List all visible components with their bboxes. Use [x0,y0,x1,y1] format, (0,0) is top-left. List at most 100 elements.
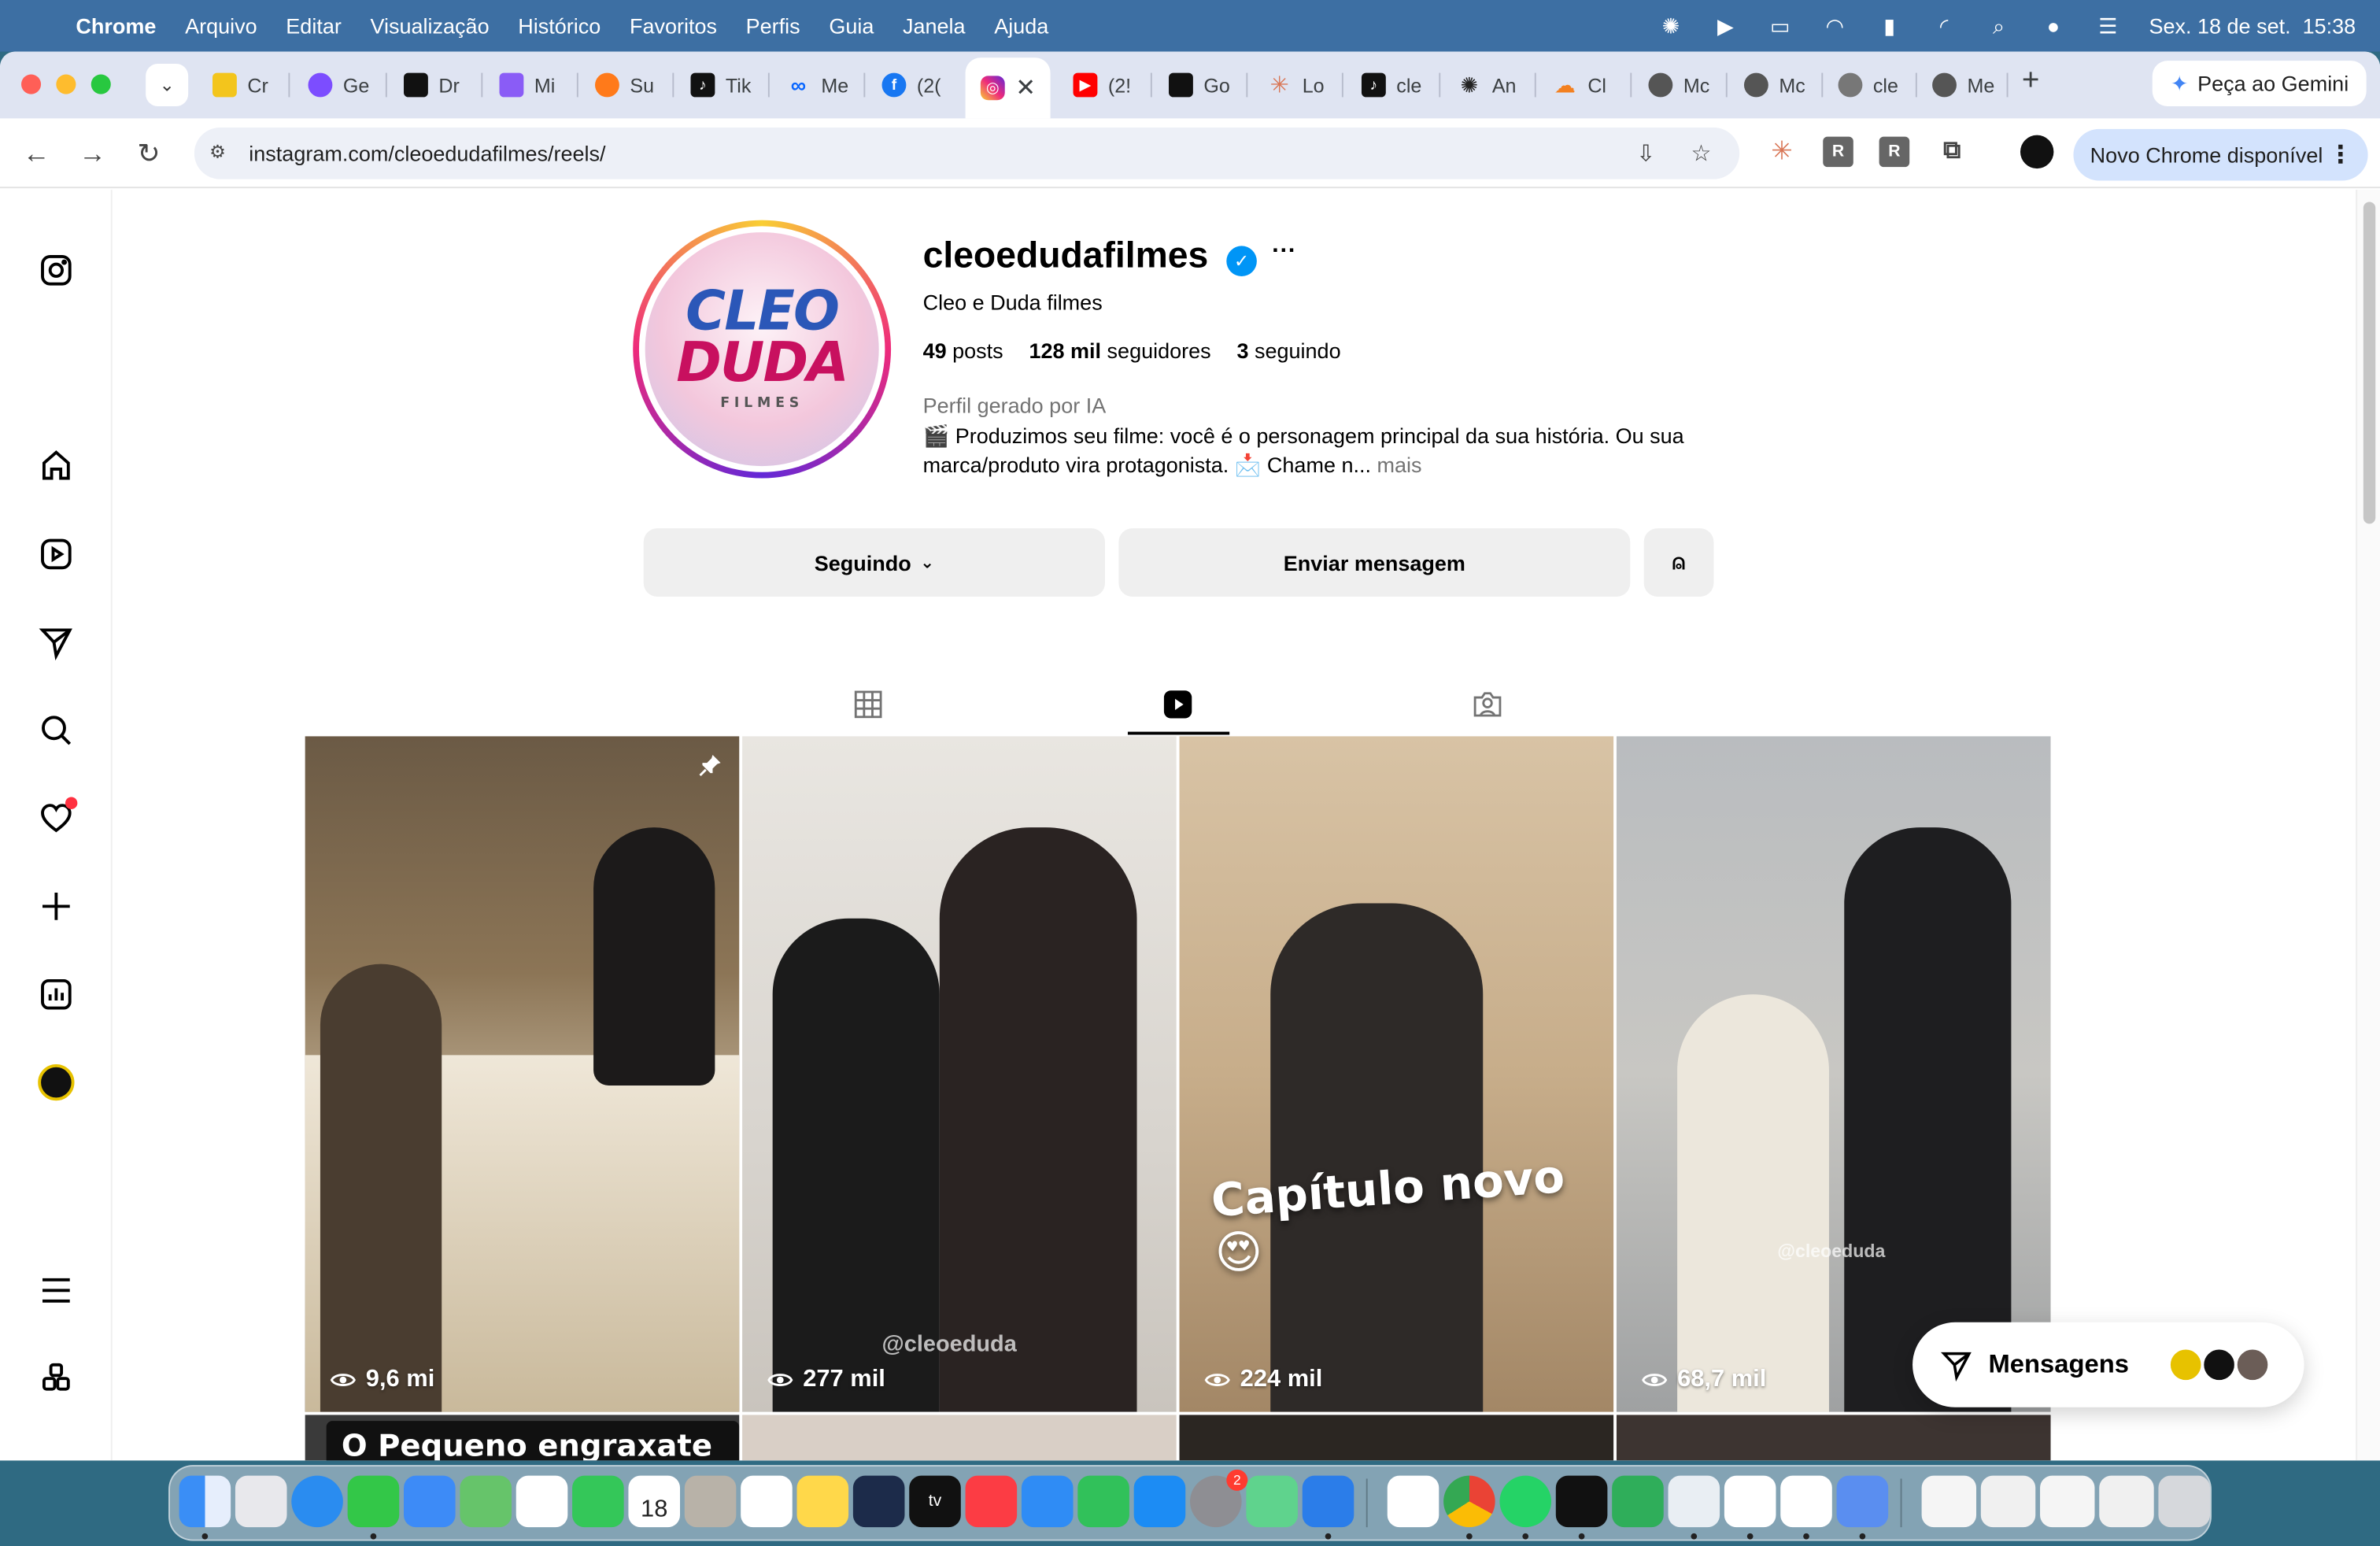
photos-icon[interactable] [516,1475,568,1528]
chrome-update-button[interactable]: Novo Chrome disponível ⋮ [2073,128,2368,181]
tab[interactable]: Mc [1743,64,1805,106]
finder-icon[interactable] [179,1475,231,1528]
close-window-button[interactable] [21,74,42,94]
reel-tile[interactable]: O Pequeno engraxate / [305,1415,740,1461]
app-icon[interactable] [1836,1475,1889,1528]
chatgpt-icon[interactable] [1724,1475,1776,1528]
minimized-window-thumbnail[interactable] [1921,1475,1977,1528]
claude-extension-icon[interactable]: ✳ [1767,137,1798,168]
tab[interactable]: ☁ Cl [1553,64,1606,106]
reel-tile[interactable]: @cleoeduda 277 mil [742,736,1177,1412]
tab[interactable]: Mc [1648,64,1709,106]
menu-app-name[interactable]: Chrome [76,13,156,38]
home-icon[interactable] [36,446,76,486]
install-app-icon[interactable]: ⇩ [1636,139,1664,167]
messages-pill-button[interactable]: Mensagens [1913,1322,2304,1407]
calendar-icon[interactable]: 18 [628,1475,681,1528]
siri-icon[interactable]: ● [2040,12,2068,39]
menu-item-favoritos[interactable]: Favoritos [630,13,717,38]
send-message-button[interactable]: Enviar mensagem [1118,528,1631,597]
reminders-icon[interactable] [741,1475,793,1528]
reel-tile[interactable]: @cleoeduda 68,7 mil [1616,736,2051,1412]
bio-more-link[interactable]: mais [1377,453,1422,477]
maps-icon[interactable] [460,1475,512,1528]
r-extension-icon[interactable]: R [1879,136,1910,168]
instagram-logo-icon[interactable] [36,250,76,290]
r-extension-icon[interactable]: R [1823,136,1853,168]
reels-icon[interactable] [36,534,76,574]
direct-messages-icon[interactable] [36,623,76,662]
dashboard-chart-icon[interactable] [36,975,76,1014]
tab-posts-grid-icon[interactable] [848,685,888,724]
display-status-icon[interactable]: ▭ [1766,12,1794,39]
menu-item-janela[interactable]: Janela [903,13,966,38]
menu-item-editar[interactable]: Editar [286,13,342,38]
profile-avatar[interactable] [2020,135,2054,169]
more-menu-icon[interactable] [36,1270,76,1310]
control-center-icon[interactable]: ☰ [2094,12,2122,39]
followers-count[interactable]: 128 mil seguidores [1029,338,1210,363]
tab[interactable]: Go [1169,64,1230,106]
mail-icon[interactable] [404,1475,456,1528]
tab-active-instagram[interactable]: ◎ ✕ [965,57,1051,119]
reload-icon[interactable]: ↻ [132,137,165,170]
suggest-people-button[interactable]: ⍝ [1643,528,1714,597]
notifications-heart-icon[interactable] [36,797,78,838]
search-icon[interactable] [36,711,76,750]
freeform-icon[interactable] [852,1475,905,1528]
apple-tv-icon[interactable]: tv [909,1475,961,1528]
notes-icon[interactable] [796,1475,849,1528]
play-status-icon[interactable]: ▶ [1712,12,1739,39]
tab-search-chevron-icon[interactable]: ⌄ [146,64,189,107]
scrollbar-thumb[interactable] [2363,202,2376,524]
bookmark-star-icon[interactable]: ☆ [1691,139,1718,167]
contacts-icon[interactable] [684,1475,737,1528]
tab[interactable]: ▶ (2! [1073,64,1131,106]
activity-monitor-icon[interactable] [1612,1475,1664,1528]
tab-reels-icon[interactable] [1159,685,1198,724]
chrome-icon[interactable] [1443,1475,1495,1528]
tab[interactable]: ♪ cle [1361,64,1421,106]
tab[interactable]: Dr [404,64,460,106]
page-scrollbar[interactable] [2356,190,2380,1461]
minimized-window-thumbnail[interactable] [2099,1475,2154,1528]
menu-item-guia[interactable]: Guia [829,13,874,38]
minimize-window-button[interactable] [56,74,76,94]
app-store-icon[interactable] [1133,1475,1186,1528]
headphones-status-icon[interactable]: ◠ [1821,12,1849,39]
wifi-icon[interactable]: ◜ [1931,12,1958,39]
tab[interactable]: Ge [308,64,369,106]
menu-item-perfis[interactable]: Perfis [746,13,800,38]
tab[interactable]: ✳ Lo [1267,64,1325,106]
ask-gemini-button[interactable]: ✦ Peça ao Gemini [2152,61,2367,107]
extensions-puzzle-icon[interactable]: ⧉ [1937,137,1968,168]
whatsapp-icon[interactable] [1499,1475,1552,1528]
menu-item-visualizacao[interactable]: Visualização [370,13,489,38]
create-plus-icon[interactable] [36,886,76,926]
following-dropdown-button[interactable]: Seguindo ⌄ [643,528,1106,597]
quicktime-icon[interactable] [1302,1475,1354,1528]
tab[interactable]: ∞ Me [786,64,848,106]
capcut-icon[interactable] [1780,1475,1832,1528]
chatgpt-status-icon[interactable]: ✺ [1658,12,1685,39]
spotlight-search-icon[interactable]: ⌕ [1985,12,2012,39]
address-bar[interactable]: ⚙ instagram.com/cleoedudafilmes/reels/ ⇩… [194,128,1740,179]
find-my-icon[interactable] [1246,1475,1298,1528]
textedit-icon[interactable] [1387,1475,1439,1528]
reel-tile[interactable] [742,1415,1177,1461]
reel-tile[interactable]: Capítulo novo😍 224 mil [1179,736,1614,1412]
music-icon[interactable] [965,1475,1018,1528]
also-from-meta-icon[interactable] [36,1359,76,1398]
tab[interactable]: Mi [499,64,555,106]
tab[interactable]: ✺ An [1457,64,1517,106]
site-info-icon[interactable]: ⚙ [209,141,234,165]
following-count[interactable]: 3 seguindo [1236,338,1340,363]
system-settings-icon[interactable]: 2 [1190,1469,1248,1528]
menubar-datetime[interactable]: Sex. 18 de set. 15:38 [2149,13,2356,38]
chrome-menu-kebab-icon[interactable]: ⋮ [2328,139,2352,170]
address-bar-url[interactable]: instagram.com/cleoedudafilmes/reels/ [249,141,605,165]
tab[interactable]: ♪ Tik [690,64,751,106]
menu-item-historico[interactable]: Histórico [518,13,601,38]
tab[interactable]: Su [595,64,654,106]
trash-icon[interactable] [2158,1475,2211,1528]
